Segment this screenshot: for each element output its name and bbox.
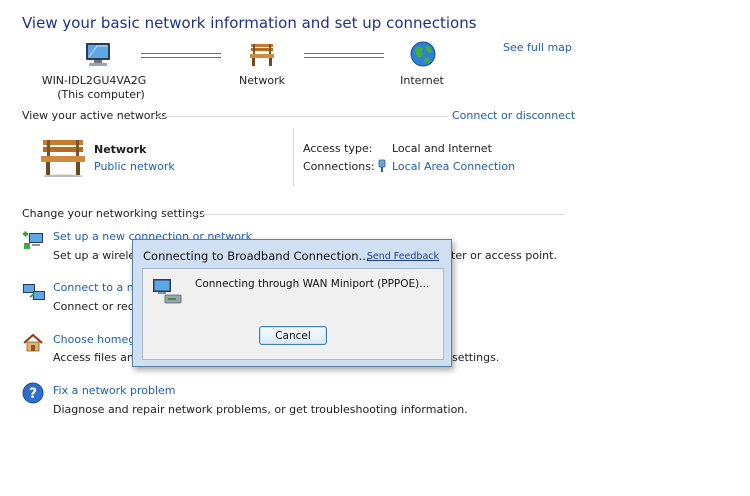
task-fix-problem-link[interactable]: Fix a network problem bbox=[53, 384, 176, 397]
homegroup-icon bbox=[22, 332, 44, 357]
map-link-line bbox=[141, 53, 221, 58]
svg-text:?: ? bbox=[29, 386, 37, 402]
dialog-body: Connecting through WAN Miniport (PPPOE).… bbox=[142, 268, 444, 360]
section-divider bbox=[190, 214, 564, 215]
connect-disconnect-link[interactable]: Connect or disconnect bbox=[452, 109, 575, 122]
task-connect-network-desc: Connect or reco bbox=[53, 300, 141, 313]
bench-icon[interactable] bbox=[248, 42, 276, 71]
active-network-name: Network bbox=[94, 143, 147, 156]
task-homegroup-desc: Access files and bbox=[53, 351, 141, 364]
task-connect-network-link[interactable]: Connect to a ne bbox=[53, 281, 141, 294]
dialog-message: Connecting through WAN Miniport (PPPOE).… bbox=[195, 278, 430, 290]
network-type-link[interactable]: Public network bbox=[94, 160, 175, 173]
see-full-map-link[interactable]: See full map bbox=[503, 41, 572, 54]
section-divider bbox=[156, 116, 448, 117]
vertical-divider bbox=[293, 128, 294, 186]
network-connection-icon bbox=[151, 277, 183, 308]
setup-connection-icon bbox=[22, 229, 46, 254]
page-title: View your basic network information and … bbox=[22, 14, 477, 32]
access-type-value: Local and Internet bbox=[392, 142, 492, 155]
task-homegroup-desc-tail: settings. bbox=[452, 351, 500, 364]
active-networks-header: View your active networks bbox=[22, 109, 168, 122]
dialog-title: Connecting to Broadband Connection... bbox=[143, 249, 370, 263]
settings-header: Change your networking settings bbox=[22, 207, 205, 220]
troubleshoot-icon: ? bbox=[22, 382, 44, 407]
connections-label: Connections: bbox=[303, 160, 375, 173]
local-area-connection-link[interactable]: Local Area Connection bbox=[392, 160, 515, 173]
access-type-label: Access type: bbox=[303, 142, 373, 155]
bench-icon bbox=[38, 137, 88, 180]
connecting-dialog: Connecting to Broadband Connection... Se… bbox=[132, 239, 452, 367]
cancel-button[interactable]: Cancel bbox=[259, 326, 327, 345]
computer-name: WIN-IDL2GU4VA2G bbox=[41, 74, 147, 87]
task-setup-connection-desc-tail: ter or access point. bbox=[451, 249, 557, 262]
ethernet-icon bbox=[377, 159, 387, 176]
task-fix-problem-desc: Diagnose and repair network problems, or… bbox=[53, 403, 468, 416]
send-feedback-link[interactable]: Send Feedback bbox=[367, 251, 439, 262]
globe-icon[interactable] bbox=[409, 40, 437, 71]
network-map-label: Network bbox=[239, 74, 285, 87]
computer-icon[interactable] bbox=[83, 42, 113, 71]
computer-sub: (This computer) bbox=[57, 88, 145, 101]
internet-map-label: Internet bbox=[400, 74, 444, 87]
task-homegroup-link[interactable]: Choose homegr bbox=[53, 333, 140, 346]
map-link-line bbox=[304, 53, 384, 58]
connect-network-icon bbox=[22, 281, 46, 306]
